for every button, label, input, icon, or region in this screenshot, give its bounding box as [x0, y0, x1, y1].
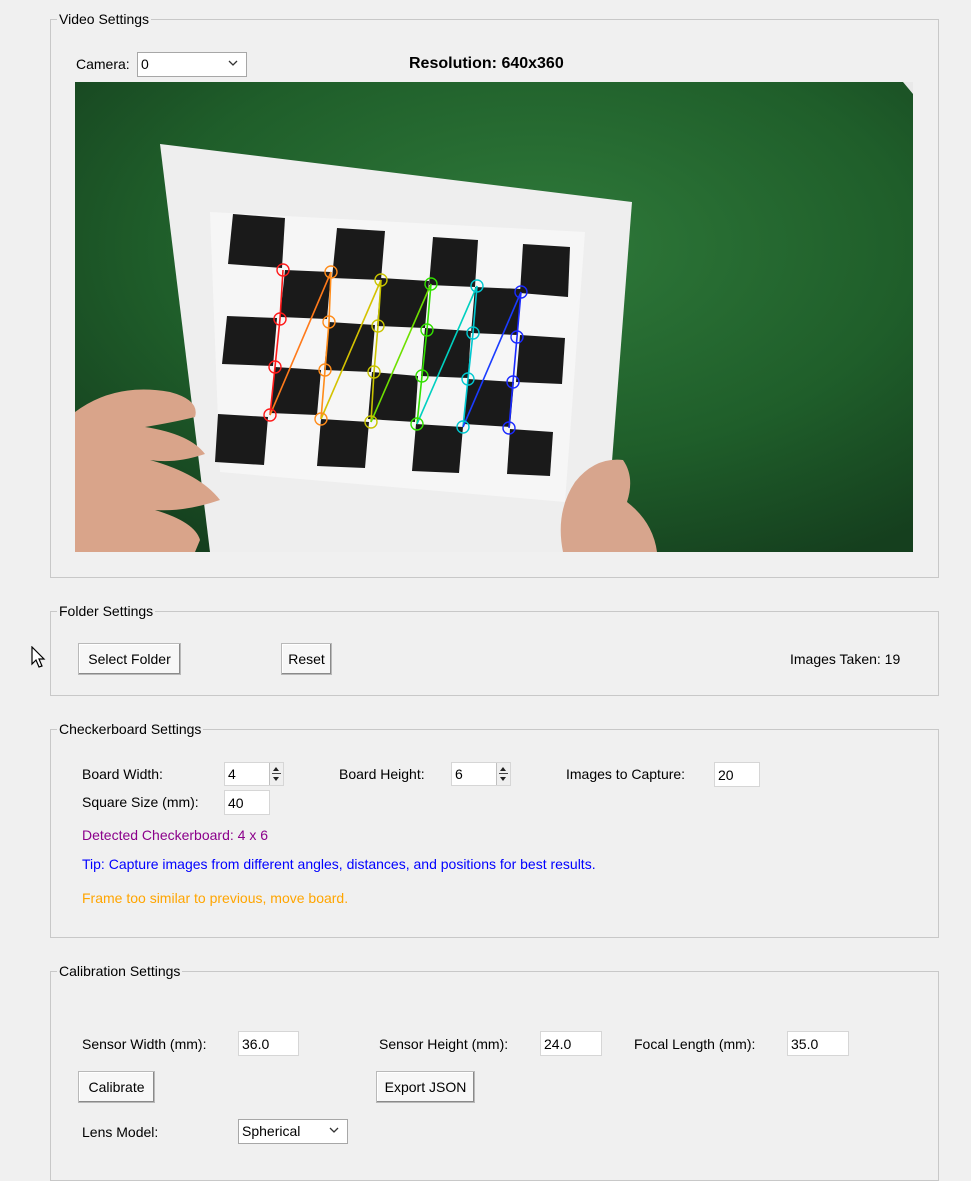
images-taken-label: Images Taken: 19: [790, 651, 901, 667]
camera-select-value: 0: [141, 56, 149, 72]
images-to-capture-label: Images to Capture:: [566, 766, 686, 782]
mouse-pointer-icon: [31, 646, 46, 668]
calibration-settings-group: Calibration Settings: [50, 962, 939, 1181]
warning-text: Frame too similar to previous, move boar…: [82, 890, 349, 906]
focal-length-field[interactable]: [787, 1031, 849, 1056]
sensor-height-field[interactable]: [540, 1031, 602, 1056]
video-settings-legend: Video Settings: [57, 10, 152, 28]
resolution-label: Resolution: 640x360: [409, 55, 564, 72]
board-width-spinbox[interactable]: 4: [224, 762, 284, 786]
select-folder-button[interactable]: Select Folder: [78, 643, 181, 675]
sensor-height-label: Sensor Height (mm):: [379, 1036, 509, 1052]
detected-checkerboard-status: Detected Checkerboard: 4 x 6: [82, 827, 268, 843]
board-height-label: Board Height:: [339, 766, 425, 782]
spin-arrows-icon[interactable]: [496, 763, 510, 785]
export-json-button[interactable]: Export JSON: [376, 1071, 475, 1103]
tip-text: Tip: Capture images from different angle…: [82, 856, 596, 872]
calibration-settings-legend: Calibration Settings: [57, 962, 183, 980]
chevron-down-icon: [228, 60, 238, 66]
sensor-width-field[interactable]: [238, 1031, 299, 1056]
board-height-spinbox[interactable]: 6: [451, 762, 511, 786]
camera-label: Camera:: [76, 56, 130, 72]
board-height-value: 6: [455, 766, 463, 782]
lens-model-label: Lens Model:: [82, 1124, 159, 1140]
square-size-label: Square Size (mm):: [82, 794, 199, 810]
checkerboard-settings-legend: Checkerboard Settings: [57, 720, 204, 738]
chevron-down-icon: [329, 1127, 339, 1133]
spin-arrows-icon[interactable]: [269, 763, 283, 785]
lens-model-value: Spherical: [242, 1123, 301, 1139]
camera-select[interactable]: 0: [137, 52, 247, 77]
lens-model-select[interactable]: Spherical: [238, 1119, 348, 1144]
reset-button[interactable]: Reset: [281, 643, 332, 675]
square-size-field[interactable]: [224, 790, 270, 815]
board-width-label: Board Width:: [82, 766, 163, 782]
images-to-capture-field[interactable]: [714, 762, 760, 787]
video-preview: [75, 82, 913, 552]
calibrate-button[interactable]: Calibrate: [78, 1071, 155, 1103]
focal-length-label: Focal Length (mm):: [634, 1036, 756, 1052]
folder-settings-legend: Folder Settings: [57, 602, 156, 620]
sensor-width-label: Sensor Width (mm):: [82, 1036, 207, 1052]
board-width-value: 4: [228, 766, 236, 782]
